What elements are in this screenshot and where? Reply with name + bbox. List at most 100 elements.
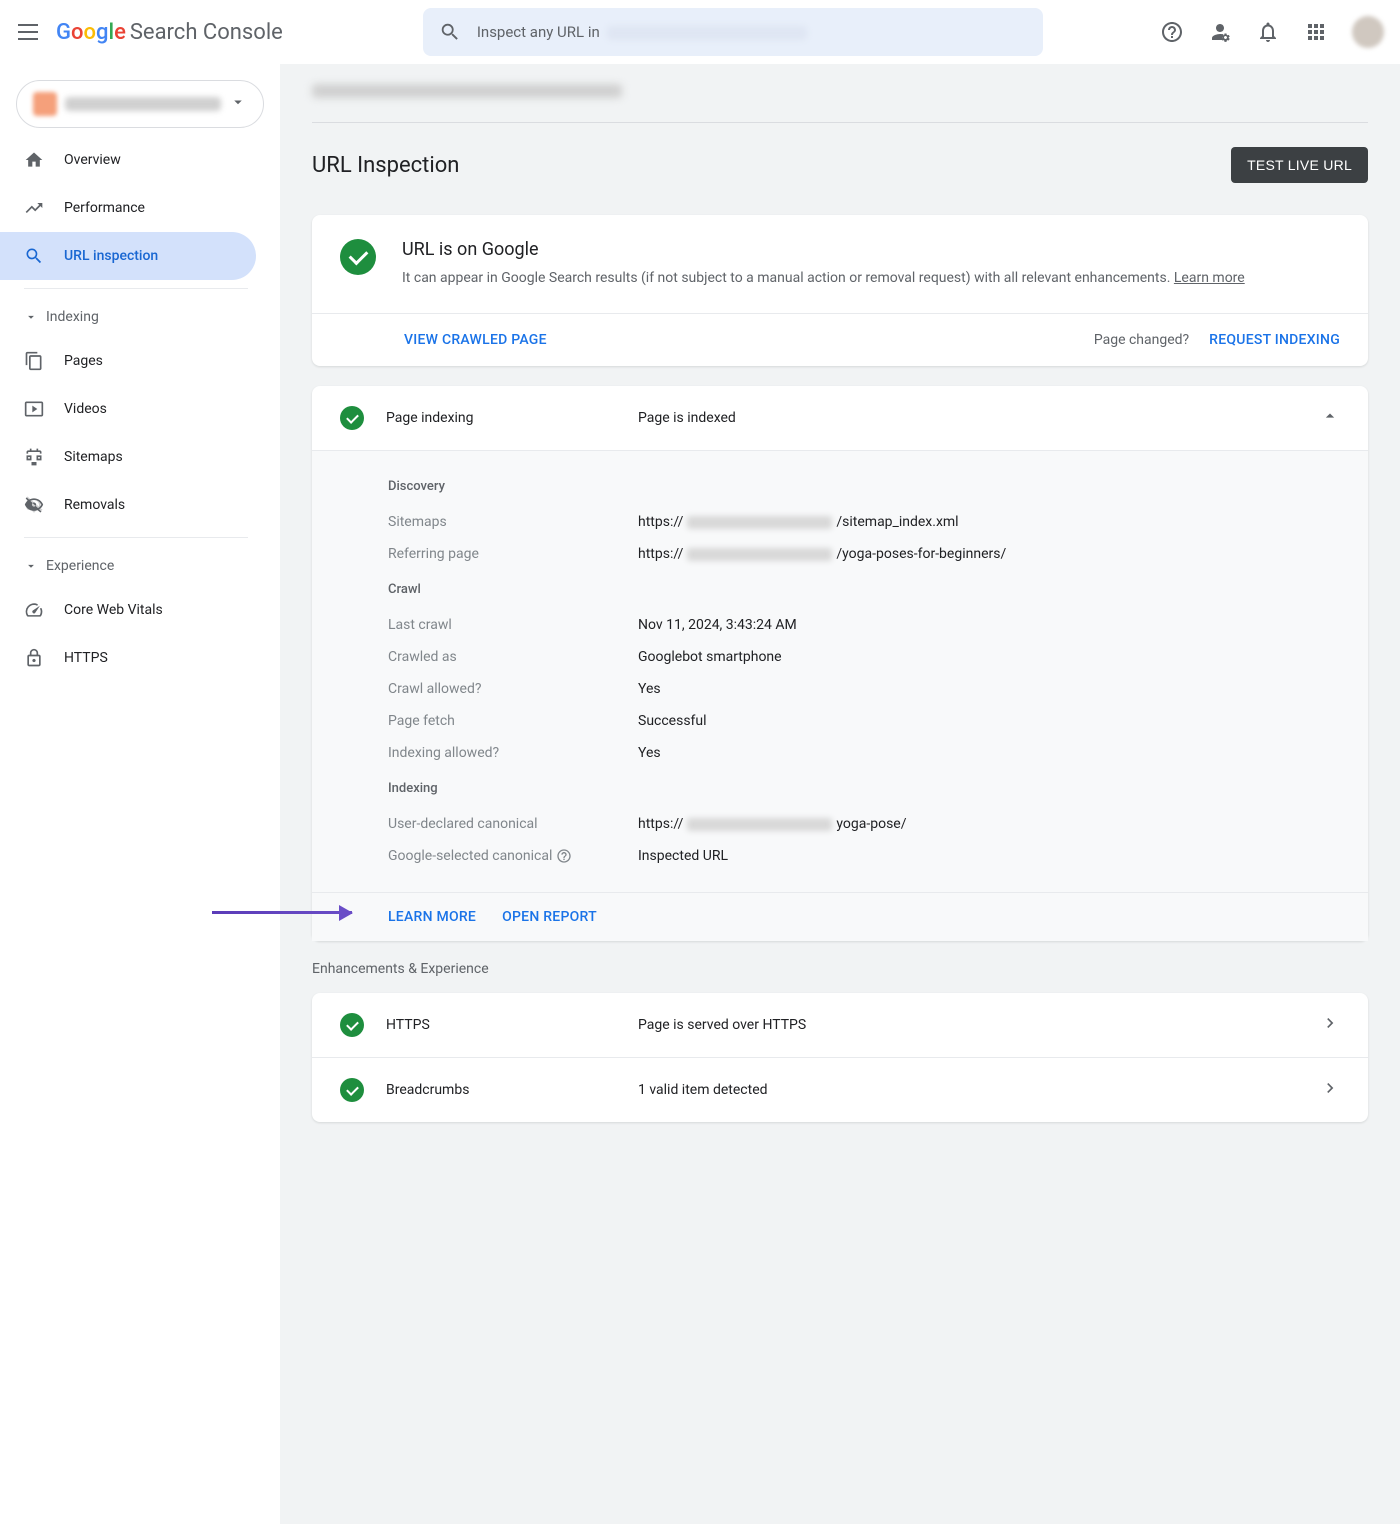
trending-icon [24,198,44,218]
property-selector[interactable] [16,80,264,128]
panel-label: Page indexing [386,410,616,426]
sitemaps-label: Sitemaps [388,514,638,530]
sidebar-item-pages[interactable]: Pages [0,337,256,385]
search-placeholder: Inspect any URL in [477,23,600,41]
sidebar-item-label: Core Web Vitals [64,602,163,618]
sidebar-section-indexing[interactable]: Indexing [0,297,280,337]
test-live-url-button[interactable]: TEST LIVE URL [1231,147,1368,183]
sidebar-item-label: URL inspection [64,248,158,264]
help-icon[interactable] [556,848,572,864]
user-canonical-value: https://yoga-pose/ [638,816,1340,832]
sidebar-item-label: Pages [64,353,103,369]
google-canonical-label: Google-selected canonical [388,848,638,864]
breadcrumbs-value: 1 valid item detected [638,1082,1298,1098]
search-icon [439,21,461,43]
sidebar-item-performance[interactable]: Performance [0,184,256,232]
last-crawl-value: Nov 11, 2024, 3:43:24 AM [638,617,1340,633]
pages-icon [24,351,44,371]
sidebar-item-https[interactable]: HTTPS [0,634,256,682]
https-value: Page is served over HTTPS [638,1017,1298,1033]
page-indexing-card: Page indexing Page is indexed Discovery … [312,386,1368,941]
last-crawl-label: Last crawl [388,617,638,633]
section-crawl: Crawl [388,582,1340,597]
check-icon [340,1078,364,1102]
page-fetch-label: Page fetch [388,713,638,729]
referring-page-label: Referring page [388,546,638,562]
enhancements-card: HTTPS Page is served over HTTPS Breadcru… [312,993,1368,1122]
learn-more-link[interactable]: Learn more [1174,270,1245,286]
search-input[interactable]: Inspect any URL in [423,8,1043,56]
sidebar-item-videos[interactable]: Videos [0,385,256,433]
property-name-redacted [65,97,221,111]
panel-value: Page is indexed [638,410,1298,426]
header: Google Search Console Inspect any URL in [0,0,1400,64]
open-report-button[interactable]: OPEN REPORT [502,909,597,925]
sidebar-item-label: Performance [64,200,145,216]
sidebar-item-label: Removals [64,497,125,513]
chevron-down-icon [24,310,38,324]
request-indexing-button[interactable]: REQUEST INDEXING [1209,332,1340,348]
indexing-allowed-label: Indexing allowed? [388,745,638,761]
page-fetch-value: Successful [638,713,1340,729]
sidebar-item-cwv[interactable]: Core Web Vitals [0,586,256,634]
speed-icon [24,600,44,620]
video-icon [24,399,44,419]
chevron-right-icon [1320,1013,1340,1037]
sidebar-section-experience[interactable]: Experience [0,546,280,586]
annotation-arrow [212,911,352,914]
product-name: Search Console [130,20,283,45]
logo[interactable]: Google Search Console [56,20,283,45]
lock-icon [24,648,44,668]
verdict-card: URL is on Google It can appear in Google… [312,215,1368,366]
user-canonical-label: User-declared canonical [388,816,638,832]
indexing-allowed-value: Yes [638,745,1340,761]
sidebar-item-label: Sitemaps [64,449,123,465]
learn-more-button[interactable]: LEARN MORE [388,909,476,925]
property-favicon [33,92,57,116]
sidebar-item-label: Videos [64,401,107,417]
apps-icon[interactable] [1304,20,1328,44]
referring-page-value: https:///yoga-poses-for-beginners/ [638,546,1340,562]
breadcrumb [312,64,1368,122]
sidebar-item-label: HTTPS [64,650,108,666]
https-row[interactable]: HTTPS Page is served over HTTPS [312,993,1368,1057]
chevron-right-icon [1320,1078,1340,1102]
breadcrumbs-label: Breadcrumbs [386,1082,616,1098]
sitemap-icon [24,447,44,467]
sidebar-item-url-inspection[interactable]: URL inspection [0,232,256,280]
chevron-up-icon [1320,406,1340,430]
chevron-down-icon [24,559,38,573]
breadcrumbs-row[interactable]: Breadcrumbs 1 valid item detected [312,1057,1368,1122]
chevron-down-icon [229,93,247,115]
sidebar-item-sitemaps[interactable]: Sitemaps [0,433,256,481]
section-indexing: Indexing [388,781,1340,796]
home-icon [24,150,44,170]
verdict-subtitle: It can appear in Google Search results (… [402,268,1245,289]
sidebar-item-overview[interactable]: Overview [0,136,256,184]
sidebar-item-label: Overview [64,152,121,168]
crawl-allowed-value: Yes [638,681,1340,697]
page-indexing-header[interactable]: Page indexing Page is indexed [312,386,1368,450]
page-title: URL Inspection [312,153,459,178]
search-domain-redacted [607,26,807,40]
removals-icon [24,495,44,515]
notifications-icon[interactable] [1256,20,1280,44]
check-icon [340,239,376,275]
sidebar: Overview Performance URL inspection Inde… [0,64,280,1524]
view-crawled-page-button[interactable]: VIEW CRAWLED PAGE [404,332,547,348]
page-changed-label: Page changed? [1094,332,1189,348]
google-canonical-value: Inspected URL [638,848,1340,864]
sitemaps-value: https:///sitemap_index.xml [638,514,1340,530]
avatar[interactable] [1352,16,1384,48]
check-icon [340,406,364,430]
help-icon[interactable] [1160,20,1184,44]
verdict-title: URL is on Google [402,239,1245,260]
main-content: URL Inspection TEST LIVE URL URL is on G… [280,64,1400,1524]
sidebar-item-removals[interactable]: Removals [0,481,256,529]
enhancements-header: Enhancements & Experience [312,961,1368,977]
hamburger-menu-icon[interactable] [16,20,40,44]
https-label: HTTPS [386,1017,616,1033]
user-settings-icon[interactable] [1208,20,1232,44]
check-icon [340,1013,364,1037]
search-icon [24,246,44,266]
